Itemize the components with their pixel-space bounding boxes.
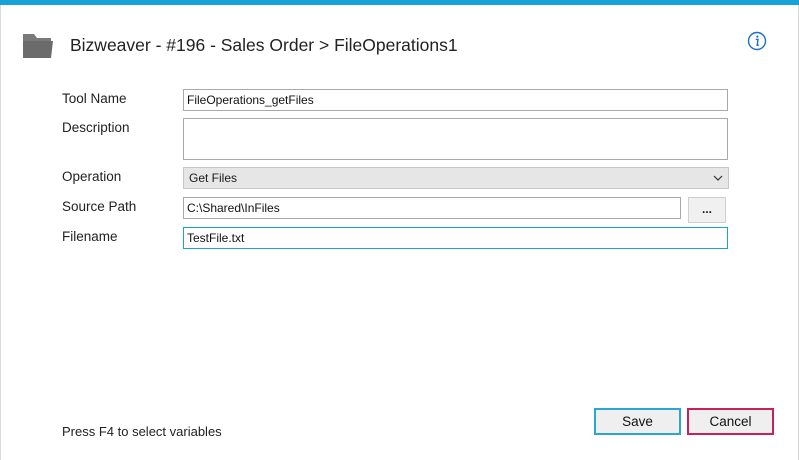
source-path-input[interactable]	[183, 197, 681, 219]
filename-label: Filename	[62, 229, 118, 244]
folder-icon	[23, 34, 53, 58]
page-title: Bizweaver - #196 - Sales Order > FileOpe…	[70, 35, 458, 55]
window-accent-bar	[0, 0, 799, 5]
window-border-left	[0, 5, 1, 460]
filename-input[interactable]	[183, 227, 728, 249]
tool-name-input[interactable]	[183, 89, 728, 111]
operation-selected-value: Get Files	[189, 171, 238, 185]
tool-name-label: Tool Name	[62, 91, 127, 106]
chevron-down-icon	[713, 175, 723, 181]
cancel-button[interactable]: Cancel	[687, 408, 774, 435]
operation-label: Operation	[62, 169, 122, 184]
save-button[interactable]: Save	[594, 408, 681, 435]
variables-hint: Press F4 to select variables	[62, 424, 222, 439]
browse-button[interactable]: ...	[688, 197, 726, 223]
description-label: Description	[62, 120, 130, 135]
operation-select[interactable]: Get Files	[183, 167, 729, 189]
source-path-label: Source Path	[62, 199, 137, 214]
info-icon[interactable]	[747, 31, 767, 51]
description-textarea[interactable]	[183, 118, 728, 160]
